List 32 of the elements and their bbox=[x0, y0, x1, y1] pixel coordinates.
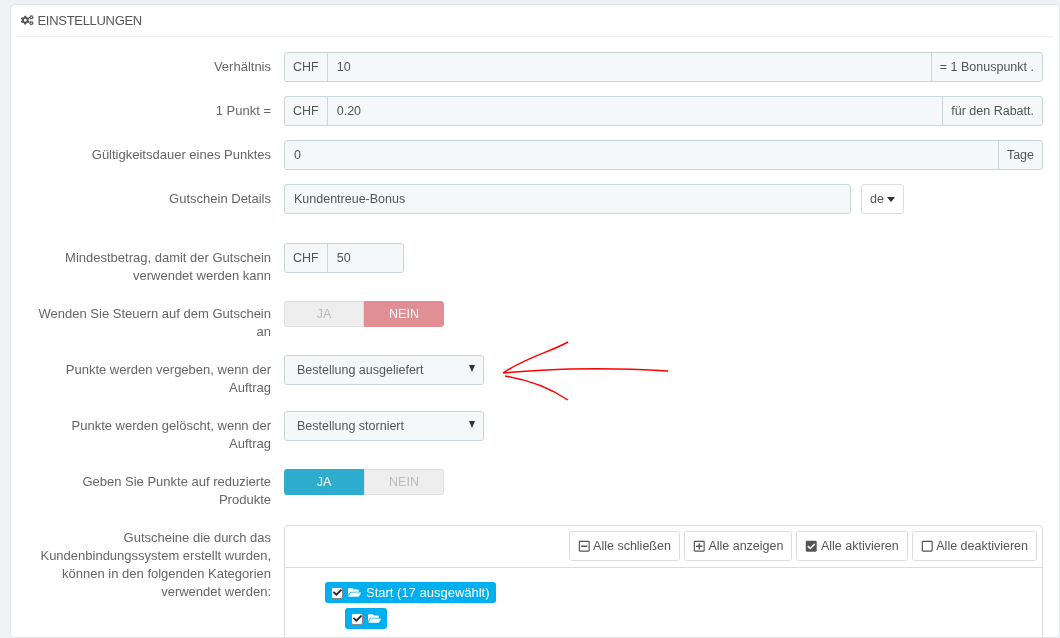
field-label: Wenden Sie Steuern auf dem Gutschein an bbox=[37, 305, 271, 341]
field-label: Gutschein Details bbox=[168, 190, 271, 208]
input-field[interactable]: CHF 50 bbox=[284, 243, 404, 273]
tree-toolbar-button[interactable]: Alle deaktivieren bbox=[911, 531, 1037, 561]
field-label: Gutscheine die durch das Kundenbindungssystem erstellt wurden, können in den folgenden Kategorien verwendet werden: bbox=[39, 529, 271, 601]
input-field[interactable]: Kundentreue-Bonus bbox=[284, 184, 851, 214]
gears-icon bbox=[21, 14, 34, 27]
empty-box-icon bbox=[920, 539, 934, 553]
tree-toolbar-button[interactable]: Alle aktivieren bbox=[796, 531, 908, 561]
field-label: Punkte werden gelöscht, wenn der Auftrag bbox=[70, 417, 271, 453]
tree-checkbox[interactable] bbox=[351, 612, 363, 625]
language-dropdown[interactable]: de bbox=[861, 184, 904, 214]
folder-icon bbox=[348, 586, 361, 599]
field-label: Punkte werden vergeben, wenn der Auftrag bbox=[64, 361, 271, 397]
panel-title: EINSTELLUNGEN bbox=[37, 13, 142, 28]
input-field[interactable]: CHF 0.20 für den Rabatt. bbox=[284, 96, 1043, 126]
caret-icon bbox=[469, 420, 475, 428]
field-label: Geben Sie Punkte auf reduzierte Produkte bbox=[81, 473, 271, 509]
input-field[interactable]: 0 Tage bbox=[284, 140, 1043, 170]
tree-checkbox[interactable] bbox=[331, 586, 343, 599]
checked-box-icon bbox=[805, 539, 818, 553]
field-label: Mindestbetrag, damit der Gutschein verwendet werden kann bbox=[64, 249, 271, 285]
field-label: Verhältnis bbox=[212, 58, 271, 76]
folder-icon bbox=[368, 612, 381, 625]
tree-toolbar-button[interactable]: Alle anzeigen bbox=[683, 531, 793, 561]
caret-icon bbox=[469, 364, 475, 372]
select-dropdown[interactable]: Bestellung storniert bbox=[284, 411, 484, 441]
tree-toolbar-button[interactable]: Alle schließen bbox=[568, 531, 680, 561]
tree-item[interactable] bbox=[345, 608, 387, 629]
field-label: 1 Punkt = bbox=[214, 102, 271, 120]
field-label: Gültigkeitsdauer eines Punktes bbox=[90, 146, 271, 164]
input-field[interactable]: CHF 10 = 1 Bonuspunkt . bbox=[284, 52, 1043, 82]
